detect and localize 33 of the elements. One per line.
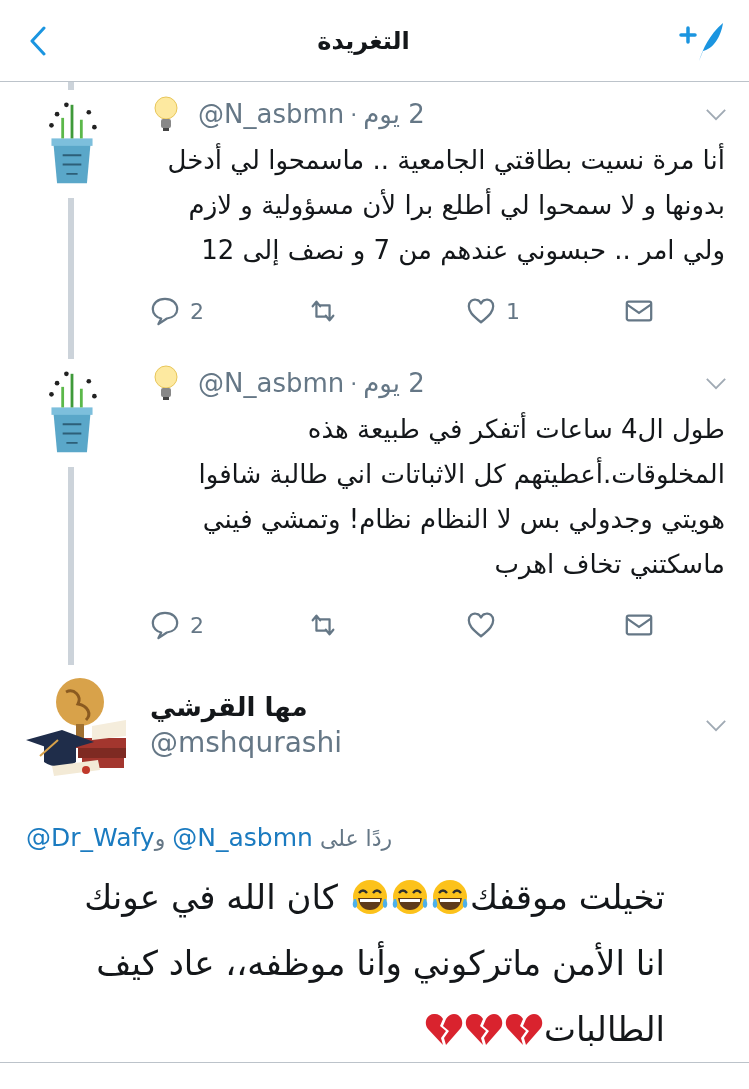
display-name[interactable]: مها القرشي: [150, 691, 705, 722]
tweet-text: تخيلت موقفك: [470, 876, 665, 919]
reply-count: 2: [190, 298, 204, 324]
username[interactable]: @N_asbmn: [198, 99, 345, 129]
reply-icon[interactable]: [150, 610, 180, 640]
timestamp: 2 يوم: [363, 368, 425, 398]
like-icon[interactable]: [466, 296, 496, 326]
back-icon[interactable]: [28, 25, 48, 56]
laughing-face-icon: [430, 877, 470, 917]
screen-title: التغريدة: [317, 26, 410, 55]
laughing-face-icon: [350, 877, 390, 917]
reply-icon[interactable]: [150, 296, 180, 326]
like-icon[interactable]: [466, 610, 496, 640]
chevron-down-icon[interactable]: [705, 107, 727, 121]
lightbulb-icon: [154, 365, 178, 401]
tweet-text: كان الله في عونك: [84, 876, 338, 920]
username[interactable]: @mshqurashi: [150, 725, 705, 759]
separator-dot: ·: [350, 101, 358, 127]
mention-link[interactable]: @Dr_Wafy: [26, 823, 155, 852]
reply-count: 2: [190, 612, 204, 638]
like-count: 1: [506, 298, 520, 324]
tweet-text: أنا مرة نسيت بطاقتي الجامعية .. ماسمحوا لي أدخل بدونها و لا سمحوا لي أطلع برا لأن مسؤولية و لازم ولي امر .. حبسوني عندهم من 7 و نصف إلى 12: [166, 142, 725, 268]
tweet-text: انا الأمن ماتركوني وأنا موظفه،، عاد كيف: [96, 940, 665, 986]
mention-link[interactable]: @N_asbmn: [172, 823, 313, 852]
tweet-text: الطالبات: [543, 1008, 665, 1051]
separator-dot: ·: [350, 370, 358, 396]
chevron-down-icon[interactable]: [705, 718, 727, 732]
lightbulb-icon: [154, 96, 178, 132]
laughing-face-icon: [390, 877, 430, 917]
chevron-down-icon[interactable]: [705, 376, 727, 390]
timestamp: 2 يوم: [363, 99, 425, 129]
username[interactable]: @N_asbmn: [198, 368, 345, 398]
tweet-text: طول ال4 ساعات أتفكر في طبيعة هذه المخلوقات.أعطيتهم كل الاثباتات اني طالبة شافوا هويتي وجدولي بس لا النظام نظام! وتمشي فيني ماسكتني تخاف اهرب: [197, 411, 725, 582]
